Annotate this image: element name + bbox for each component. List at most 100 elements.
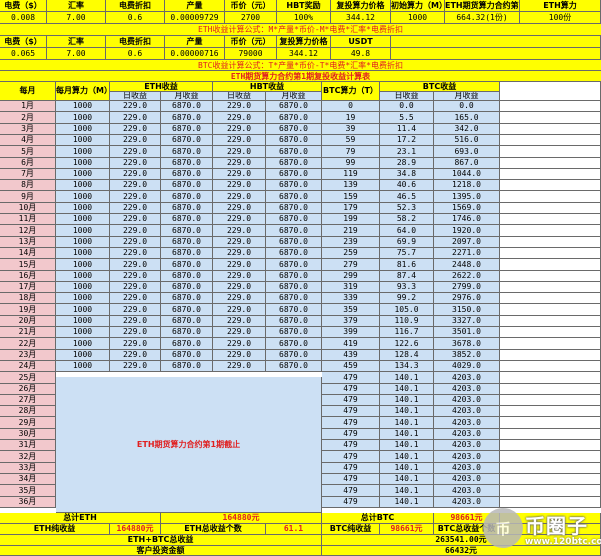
btc-formula: BTC收益计算公式：T*产量*币价-T*电费*汇率*电费折扣 (0, 60, 601, 71)
eth-monthly-cell: 6870.0 (161, 146, 213, 158)
btc-daily-cell: 69.9 (380, 237, 434, 248)
btc-monthly-cell: 2976.0 (434, 293, 500, 304)
btc-daily-cell: 99.2 (380, 293, 434, 304)
filler-cell (500, 497, 601, 508)
btc-hash-cell: 479 (322, 451, 380, 463)
hash-cell: 1000 (56, 338, 110, 350)
eth-daily-cell: 229.0 (110, 214, 161, 225)
hbt-monthly-cell: 6870.0 (266, 124, 322, 135)
eth-daily-cell: 229.0 (110, 316, 161, 327)
btc-monthly-cell: 4203.0 (434, 485, 500, 497)
btc-monthly-cell: 4203.0 (434, 372, 500, 384)
filler-cell (500, 384, 601, 395)
btc-daily-cell: 128.4 (380, 350, 434, 361)
hash-cell: 1000 (56, 124, 110, 135)
hash-cell: 1000 (56, 101, 110, 112)
btc-hash-cell: 299 (322, 271, 380, 282)
btc-monthly-cell: 2097.0 (434, 237, 500, 248)
month-cell: 21月 (0, 327, 56, 338)
eth-formula: ETH收益计算公式：M*产量*币价-M*电费*汇率*电费折扣 (0, 24, 601, 36)
month-cell: 2月 (0, 112, 56, 124)
eth-daily-cell: 229.0 (110, 350, 161, 361)
hash-cell: 1000 (56, 214, 110, 225)
btc-monthly-cell: 4203.0 (434, 451, 500, 463)
btc-monthly-cell: 4029.0 (434, 361, 500, 372)
hash-cell: 1000 (56, 259, 110, 271)
btc-daily-cell: 34.8 (380, 169, 434, 180)
month-cell: 31月 (0, 440, 56, 451)
total-eth-value: 164880元 (161, 513, 322, 524)
coin-logo-icon: 币 (483, 508, 523, 548)
month-cell: 35月 (0, 485, 56, 497)
btc-daily-cell: 0.0 (380, 101, 434, 112)
btc-monthly-cell: 3678.0 (434, 338, 500, 350)
col-header-hbt: HBT收益 (213, 82, 322, 92)
col-header-hbt-daily: 日收益 (213, 92, 266, 101)
btc-daily-cell: 140.1 (380, 417, 434, 429)
btc-hash-cell: 479 (322, 372, 380, 384)
btc-daily-cell: 40.6 (380, 180, 434, 191)
btc-daily-cell: 28.9 (380, 158, 434, 169)
month-cell: 19月 (0, 304, 56, 316)
hash-cell: 1000 (56, 191, 110, 203)
col-header-btc-monthly: 月收益 (434, 92, 500, 101)
col-header-eth: ETH收益 (110, 82, 213, 92)
filler-cell (500, 327, 601, 338)
eth-daily-cell: 229.0 (110, 338, 161, 350)
btc-daily-cell: 5.5 (380, 112, 434, 124)
btc-monthly-cell: 2448.0 (434, 259, 500, 271)
eth-daily-cell: 229.0 (110, 191, 161, 203)
eth-daily-cell: 229.0 (110, 248, 161, 259)
eth-daily-cell: 229.0 (110, 135, 161, 146)
hbt-daily-cell: 229.0 (213, 271, 266, 282)
eth-daily-cell: 229.0 (110, 361, 161, 372)
eth-monthly-cell: 6870.0 (161, 203, 213, 214)
btc-daily-cell: 46.5 (380, 191, 434, 203)
eth-monthly-cell: 6870.0 (161, 191, 213, 203)
month-cell: 14月 (0, 248, 56, 259)
month-cell: 33月 (0, 463, 56, 474)
eth-daily-cell: 229.0 (110, 304, 161, 316)
eth-daily-cell: 229.0 (110, 203, 161, 214)
hbt-daily-cell: 229.0 (213, 112, 266, 124)
btc-hash-cell: 159 (322, 191, 380, 203)
filler-cell (500, 361, 601, 372)
month-cell: 23月 (0, 350, 56, 361)
eth-param-value: 100% (277, 12, 331, 24)
eth-param-value: 2700 (225, 12, 277, 24)
col-header-month: 每月 (0, 82, 56, 101)
table-title: ETH期货算力合约第1期复投收益计算表 (0, 71, 601, 82)
hbt-daily-cell: 229.0 (213, 124, 266, 135)
hbt-daily-cell: 229.0 (213, 225, 266, 237)
btc-daily-cell: 17.2 (380, 135, 434, 146)
month-cell: 20月 (0, 316, 56, 327)
filler-cell (500, 214, 601, 225)
month-cell: 26月 (0, 384, 56, 395)
btc-param-value: 79000 (225, 48, 277, 60)
hbt-daily-cell: 229.0 (213, 361, 266, 372)
btc-daily-cell: 81.6 (380, 259, 434, 271)
btc-hash-cell: 479 (322, 395, 380, 406)
eth-param-header: ETH算力 (520, 0, 601, 12)
btc-monthly-cell: 693.0 (434, 146, 500, 158)
btc-param-header: 产量 (165, 36, 225, 48)
btc-daily-cell: 140.1 (380, 440, 434, 451)
hbt-monthly-cell: 6870.0 (266, 146, 322, 158)
eth-monthly-cell: 6870.0 (161, 304, 213, 316)
btc-hash-cell: 79 (322, 146, 380, 158)
eth-end-note: ETH期货算力合约第1期截止 (56, 377, 322, 513)
filler-cell (500, 237, 601, 248)
eth-param-value: 0.008 (0, 12, 47, 24)
eth-daily-cell: 229.0 (110, 259, 161, 271)
btc-daily-cell: 105.0 (380, 304, 434, 316)
month-cell: 28月 (0, 406, 56, 417)
hbt-monthly-cell: 6870.0 (266, 158, 322, 169)
hbt-daily-cell: 229.0 (213, 316, 266, 327)
eth-param-value: 0.00009729 (165, 12, 225, 24)
btc-monthly-cell: 4203.0 (434, 406, 500, 417)
btc-hash-cell: 119 (322, 169, 380, 180)
month-cell: 7月 (0, 169, 56, 180)
btc-monthly-cell: 867.0 (434, 158, 500, 169)
btc-hash-cell: 419 (322, 338, 380, 350)
btc-daily-cell: 23.1 (380, 146, 434, 158)
